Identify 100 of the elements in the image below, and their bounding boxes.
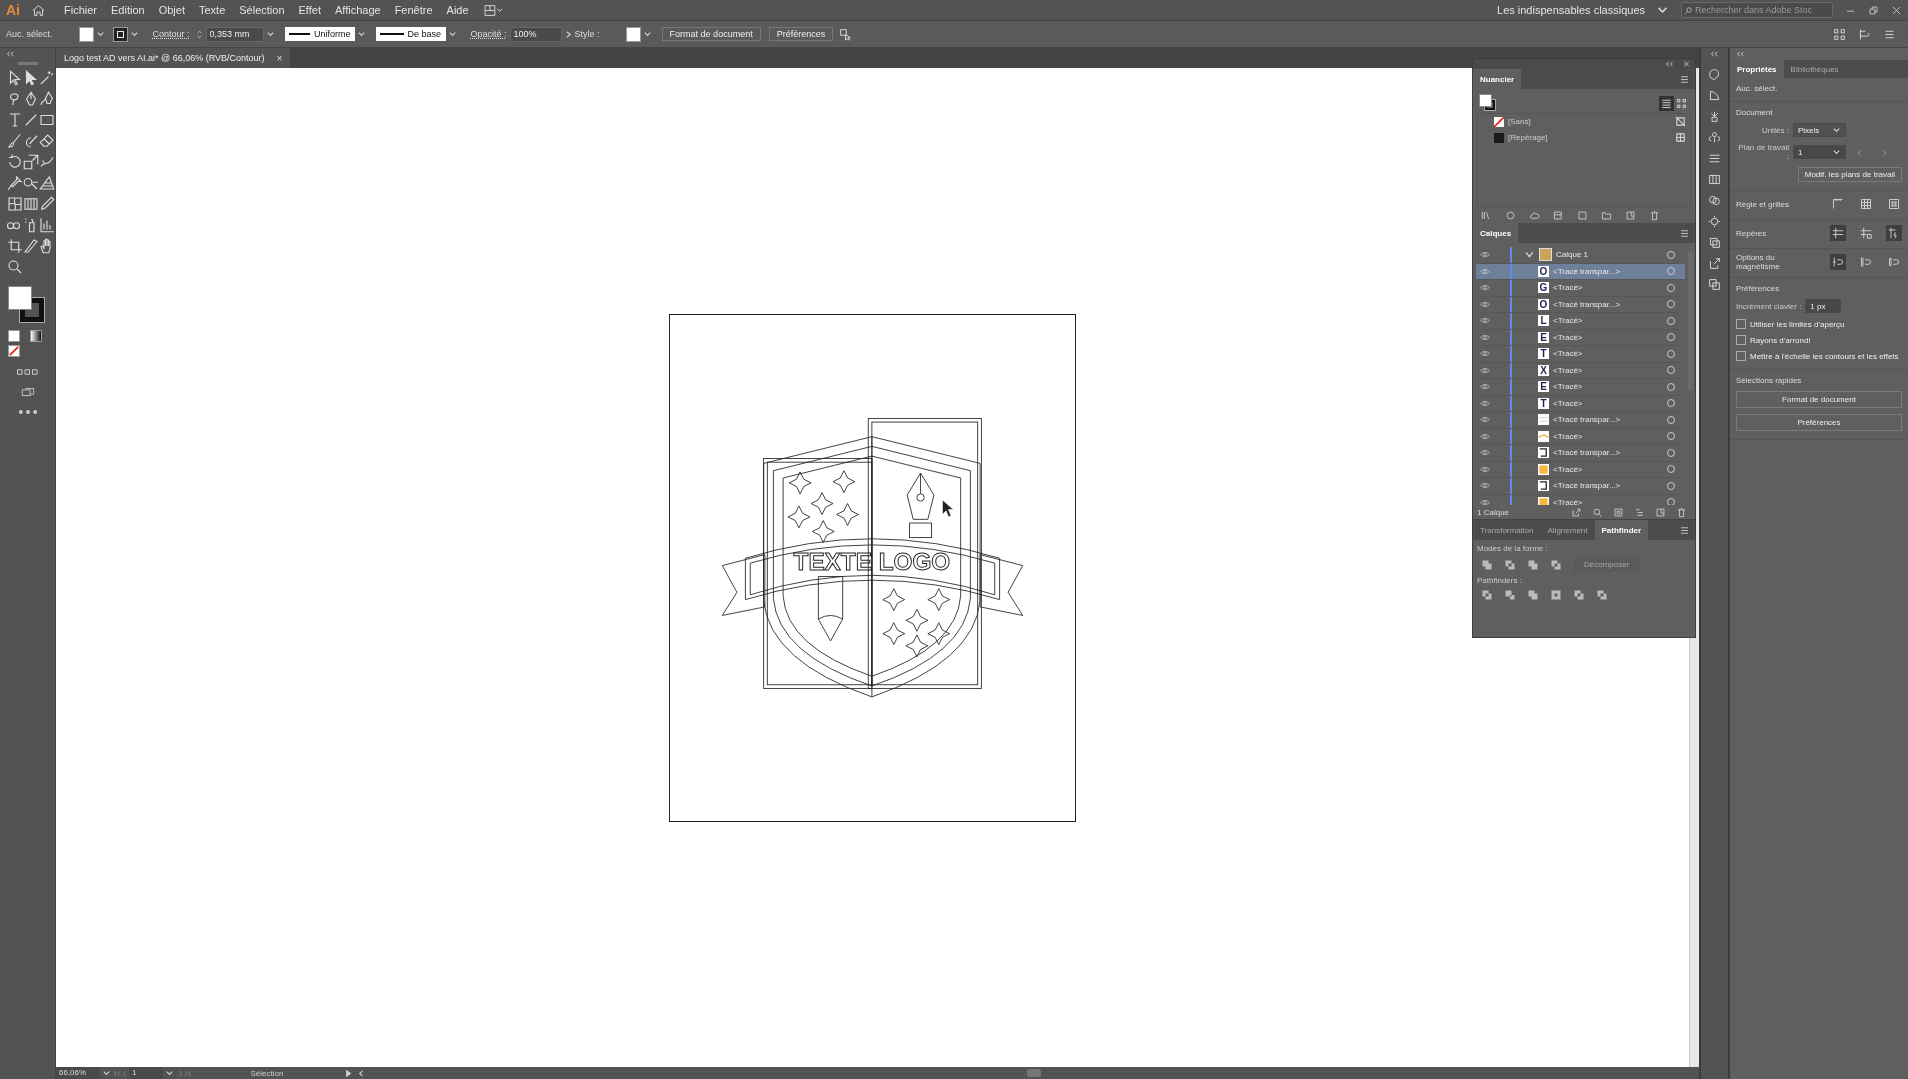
- quick-action-button[interactable]: Format de document: [1736, 391, 1902, 408]
- grid-icon[interactable]: [1858, 196, 1874, 212]
- layer-row[interactable]: <Tracé transpar...>: [1476, 478, 1685, 495]
- path-name[interactable]: <Tracé>: [1553, 316, 1583, 326]
- search-field[interactable]: Rechercher dans Adobe Stoc: [1681, 2, 1833, 18]
- scale-icon[interactable]: [21, 153, 40, 171]
- checkbox[interactable]: [1736, 351, 1746, 361]
- path-name[interactable]: <Tracé>: [1553, 349, 1583, 359]
- eye-icon[interactable]: [1480, 399, 1490, 407]
- layer-row[interactable]: <Tracé transpar...>: [1476, 445, 1685, 462]
- caret-icon[interactable]: [1832, 125, 1841, 135]
- eye-icon[interactable]: [1480, 449, 1490, 457]
- units-dropdown[interactable]: Pixels: [1793, 123, 1846, 137]
- panel-menu-icon[interactable]: [1679, 227, 1690, 239]
- collapse-icon[interactable]: [1665, 61, 1674, 67]
- layer-row[interactable]: T <Tracé>: [1476, 346, 1685, 363]
- brush-dropdown[interactable]: De base: [375, 27, 446, 41]
- new-swatch-icon[interactable]: [1625, 209, 1636, 221]
- club-icon[interactable]: [1708, 131, 1721, 144]
- eraser-icon[interactable]: [37, 132, 56, 150]
- collapse-icon[interactable]: [6, 51, 15, 57]
- selection-tool-icon[interactable]: [839, 27, 853, 41]
- menu-item[interactable]: Aide: [439, 4, 476, 16]
- panel-tab[interactable]: Transformation: [1473, 520, 1541, 540]
- trash-icon[interactable]: [1649, 209, 1660, 221]
- none-swatch[interactable]: [1494, 116, 1504, 127]
- sublayer-icon[interactable]: [1634, 506, 1645, 518]
- checkbox[interactable]: [1736, 335, 1746, 345]
- layer-row[interactable]: <Tracé>: [1476, 428, 1685, 445]
- path-name[interactable]: <Tracé>: [1553, 497, 1583, 505]
- eye-icon[interactable]: [1480, 366, 1490, 374]
- panel-tab[interactable]: Calques: [1473, 223, 1519, 243]
- stroke-weight-field[interactable]: 0,353 mm: [205, 26, 264, 42]
- home-icon[interactable]: [32, 3, 45, 17]
- layout-icon[interactable]: [483, 3, 504, 17]
- layer-row[interactable]: <Tracé transpar...>: [1476, 412, 1685, 429]
- panel-tab[interactable]: Alignement: [1540, 520, 1595, 540]
- layer-row[interactable]: X <Tracé>: [1476, 362, 1685, 379]
- path-name[interactable]: <Tracé transpar...>: [1553, 266, 1621, 276]
- swatch-name[interactable]: [Sans]: [1508, 117, 1531, 126]
- color-group-icon[interactable]: [1577, 209, 1588, 221]
- gradient-icon[interactable]: [21, 195, 40, 213]
- curvature-pen-icon[interactable]: [37, 90, 56, 108]
- eye-icon[interactable]: [1480, 333, 1490, 341]
- collapse-icon[interactable]: [1736, 51, 1745, 57]
- fill-swatch[interactable]: [78, 26, 94, 42]
- unite-icon[interactable]: [1481, 558, 1493, 571]
- export-icon[interactable]: [1708, 257, 1721, 270]
- quick-action-button[interactable]: Préférences: [1736, 414, 1902, 431]
- document-tab[interactable]: Logo test AD vers AI.ai* @ 66,06% (RVB/Contour) ×: [56, 48, 291, 68]
- checkbox-label[interactable]: Utiliser les limites d'aperçu: [1750, 319, 1845, 329]
- search-icon[interactable]: [1684, 4, 1693, 16]
- fill-stroke-indicator[interactable]: [7, 286, 48, 322]
- draw-modes-icon[interactable]: [15, 367, 40, 377]
- menu-item[interactable]: Texte: [191, 4, 233, 16]
- guides-icon[interactable]: [1830, 225, 1846, 241]
- eye-icon[interactable]: [1480, 432, 1490, 440]
- layer-row[interactable]: <Tracé>: [1476, 494, 1685, 505]
- layer-row[interactable]: E <Tracé>: [1476, 379, 1685, 396]
- panel-grip[interactable]: [17, 62, 38, 65]
- swatch-name[interactable]: [Repérage]: [1508, 133, 1548, 142]
- eye-icon[interactable]: [1480, 284, 1490, 292]
- swatch-options-icon[interactable]: [1553, 209, 1564, 221]
- path-name[interactable]: <Tracé>: [1553, 382, 1583, 392]
- fill-stroke-indicator[interactable]: [1479, 94, 1497, 112]
- perspective-grid-icon[interactable]: [37, 174, 56, 192]
- library-icon[interactable]: [1481, 209, 1492, 221]
- divide-icon[interactable]: [1481, 589, 1493, 601]
- caret-icon[interactable]: [165, 1068, 174, 1078]
- collapse-icon[interactable]: [1710, 51, 1719, 57]
- merge-icon[interactable]: [1527, 589, 1539, 601]
- curve-icon[interactable]: [1708, 89, 1721, 102]
- layer-row[interactable]: <Tracé>: [1476, 461, 1685, 478]
- path-name[interactable]: <Tracé transpar...>: [1553, 481, 1621, 491]
- layer-row[interactable]: E <Tracé>: [1476, 329, 1685, 346]
- clipping-mask-icon[interactable]: [1613, 506, 1624, 518]
- toolbar-button[interactable]: Préférences: [768, 27, 834, 41]
- menu-item[interactable]: Objet: [151, 4, 192, 16]
- menu-item[interactable]: Fichier: [57, 4, 104, 16]
- crop-icon[interactable]: [1550, 589, 1562, 601]
- caret-icon[interactable]: [642, 29, 652, 39]
- path-name[interactable]: <Tracé>: [1553, 365, 1583, 375]
- zoom-field[interactable]: 66,06%: [56, 1067, 100, 1079]
- menu-item[interactable]: Edition: [104, 4, 152, 16]
- eye-icon[interactable]: [1480, 350, 1490, 358]
- caret-icon[interactable]: [447, 29, 457, 39]
- caret-icon[interactable]: [102, 1068, 111, 1078]
- opacity-link[interactable]: Opacité :: [470, 29, 507, 39]
- bar-graph-icon[interactable]: [37, 216, 56, 234]
- panel-tab[interactable]: Pathfinder: [1594, 520, 1649, 540]
- exclude-icon[interactable]: [1550, 558, 1562, 571]
- outline-icon[interactable]: [1573, 589, 1585, 601]
- path-name[interactable]: <Tracé>: [1553, 283, 1583, 293]
- checkbox[interactable]: [1736, 319, 1746, 329]
- pin-icon[interactable]: [5, 174, 24, 192]
- transparency-icon[interactable]: [1708, 194, 1721, 207]
- gradient-panel-icon[interactable]: [1708, 173, 1721, 186]
- minus-back-icon[interactable]: [1596, 589, 1608, 601]
- layer-name[interactable]: Calque 1: [1556, 250, 1589, 260]
- restore-icon[interactable]: [1868, 4, 1879, 16]
